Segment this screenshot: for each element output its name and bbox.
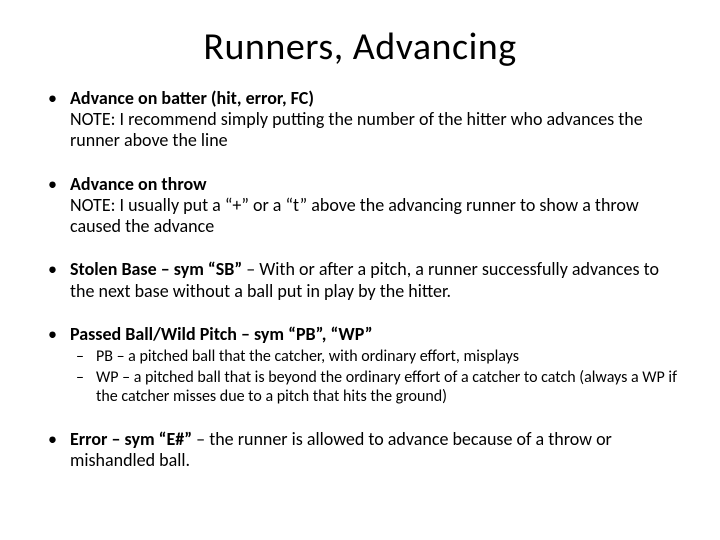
bullet-5: Error – sym “E#” – the runner is allowed… xyxy=(40,429,680,471)
bullet-4-head: Passed Ball/Wild Pitch – sym “PB”, “WP” xyxy=(70,323,373,345)
bullet-4-sublist: PB – a pitched ball that the catcher, wi… xyxy=(70,347,680,407)
slide-title: Runners, Advancing xyxy=(40,24,680,70)
bullet-2-note: NOTE: I usually put a “+” or a “t” above… xyxy=(70,194,639,237)
bullet-list: Advance on batter (hit, error, FC) NOTE:… xyxy=(40,88,680,471)
bullet-2: Advance on throw NOTE: I usually put a “… xyxy=(40,174,680,238)
bullet-1-note: NOTE: I recommend simply putting the num… xyxy=(70,108,643,151)
bullet-5-head: Error – sym “E#” xyxy=(70,428,192,450)
bullet-4-sub-2: WP – a pitched ball that is beyond the o… xyxy=(70,368,680,406)
slide: Runners, Advancing Advance on batter (hi… xyxy=(0,0,720,540)
bullet-3-head: Stolen Base – sym “SB” xyxy=(70,258,242,280)
bullet-2-head: Advance on throw xyxy=(70,173,207,195)
bullet-4-sub-1: PB – a pitched ball that the catcher, wi… xyxy=(70,347,680,366)
bullet-1-head: Advance on batter (hit, error, FC) xyxy=(70,87,314,109)
bullet-1: Advance on batter (hit, error, FC) NOTE:… xyxy=(40,88,680,152)
bullet-4: Passed Ball/Wild Pitch – sym “PB”, “WP” … xyxy=(40,324,680,407)
bullet-3: Stolen Base – sym “SB” – With or after a… xyxy=(40,259,680,301)
